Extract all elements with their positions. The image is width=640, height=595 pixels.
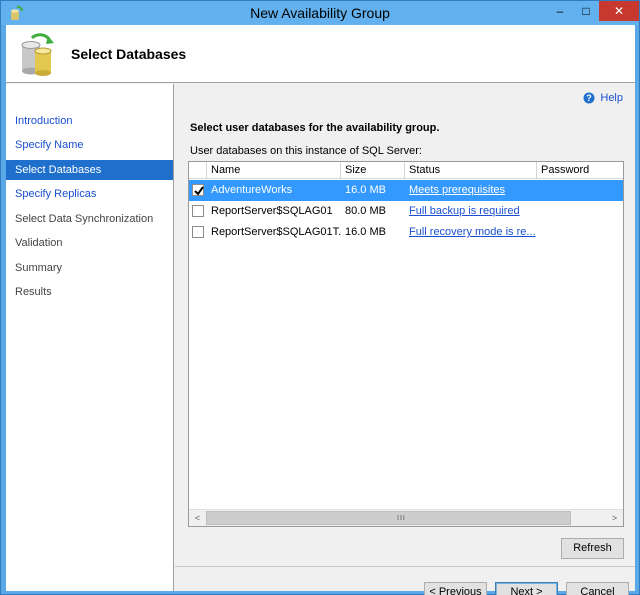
cell-name: ReportServer$SQLAG01T... — [211, 226, 341, 238]
status-link[interactable]: Full recovery mode is re... — [409, 226, 536, 238]
cell-name: AdventureWorks — [211, 184, 293, 196]
cell-password[interactable] — [537, 201, 623, 222]
grid-header: Name Size Status Password — [189, 162, 623, 179]
sidebar-item-validation: Validation — [15, 237, 63, 249]
wizard-body: Select Databases Introduction Specify Na… — [6, 25, 635, 595]
column-header-status[interactable]: Status — [405, 162, 537, 179]
cell-name: ReportServer$SQLAG01 — [211, 205, 333, 217]
wizard-window: New Availability Group – □ ✕ Select Data… — [0, 0, 640, 595]
footer-divider — [175, 566, 635, 567]
sidebar-item-results: Results — [15, 286, 52, 298]
scroll-left-button[interactable]: < — [189, 510, 206, 526]
cell-size: 16.0 MB — [345, 226, 386, 238]
sidebar-item-select-databases[interactable]: Select Databases — [6, 160, 173, 180]
cell-status: Full backup is required — [405, 201, 537, 222]
window-title: New Availability Group — [250, 5, 390, 21]
svg-text:?: ? — [587, 93, 593, 103]
row-checkbox[interactable] — [192, 205, 204, 217]
help-link[interactable]: ? Help — [583, 92, 623, 104]
cell-size: 80.0 MB — [345, 205, 386, 217]
title-bar[interactable]: New Availability Group – □ ✕ — [1, 1, 639, 25]
table-row[interactable]: ReportServer$SQLAG01 80.0 MB Full backup… — [189, 201, 623, 222]
minimize-button[interactable]: – — [547, 1, 573, 21]
grid-caption: User databases on this instance of SQL S… — [190, 145, 422, 157]
horizontal-scrollbar[interactable]: < III > — [189, 509, 623, 526]
scrollbar-thumb[interactable]: III — [206, 511, 571, 525]
scrollbar-grip: III — [397, 515, 406, 522]
maximize-button[interactable]: □ — [573, 1, 599, 21]
sidebar-item-specify-name[interactable]: Specify Name — [6, 135, 173, 155]
table-row[interactable]: ReportServer$SQLAG01T... 16.0 MB Full re… — [189, 222, 623, 243]
wizard-sidebar: Introduction Specify Name Select Databas… — [6, 84, 174, 591]
checkbox-column-header — [189, 162, 207, 179]
cell-size: 16.0 MB — [345, 184, 386, 196]
column-header-size[interactable]: Size — [341, 162, 405, 179]
next-button[interactable]: Next > — [495, 582, 558, 595]
row-checkbox[interactable] — [192, 226, 204, 238]
cell-status: Meets prerequisites — [405, 180, 537, 201]
sidebar-item-introduction[interactable]: Introduction — [6, 111, 173, 131]
databases-grid: Name Size Status Password AdventureWorks… — [188, 161, 624, 527]
column-header-password[interactable]: Password — [537, 162, 623, 179]
database-icon — [18, 31, 58, 77]
help-label: Help — [600, 92, 623, 104]
help-icon: ? — [583, 92, 595, 104]
scroll-right-button[interactable]: > — [606, 510, 623, 526]
close-button[interactable]: ✕ — [599, 1, 639, 21]
cell-password[interactable] — [537, 222, 623, 243]
page-title: Select Databases — [71, 46, 187, 62]
refresh-button[interactable]: Refresh — [561, 538, 624, 559]
row-checkbox[interactable] — [192, 184, 204, 196]
sidebar-item-specify-replicas[interactable]: Specify Replicas — [6, 184, 173, 204]
sidebar-item-select-data-synchronization: Select Data Synchronization — [15, 213, 154, 225]
column-header-name[interactable]: Name — [207, 162, 341, 179]
section-title: Select user databases for the availabili… — [190, 122, 440, 134]
cell-password[interactable] — [537, 180, 623, 201]
status-link[interactable]: Full backup is required — [409, 205, 520, 217]
cell-status: Full recovery mode is re... — [405, 222, 537, 243]
previous-button[interactable]: < Previous — [424, 582, 487, 595]
main-content: ? Help Select user databases for the ava… — [175, 84, 635, 595]
sidebar-item-summary: Summary — [15, 262, 63, 274]
status-link[interactable]: Meets prerequisites — [409, 184, 505, 196]
page-header: Select Databases — [6, 25, 635, 83]
cancel-button[interactable]: Cancel — [566, 582, 629, 595]
table-row[interactable]: AdventureWorks 16.0 MB Meets prerequisit… — [189, 180, 623, 201]
